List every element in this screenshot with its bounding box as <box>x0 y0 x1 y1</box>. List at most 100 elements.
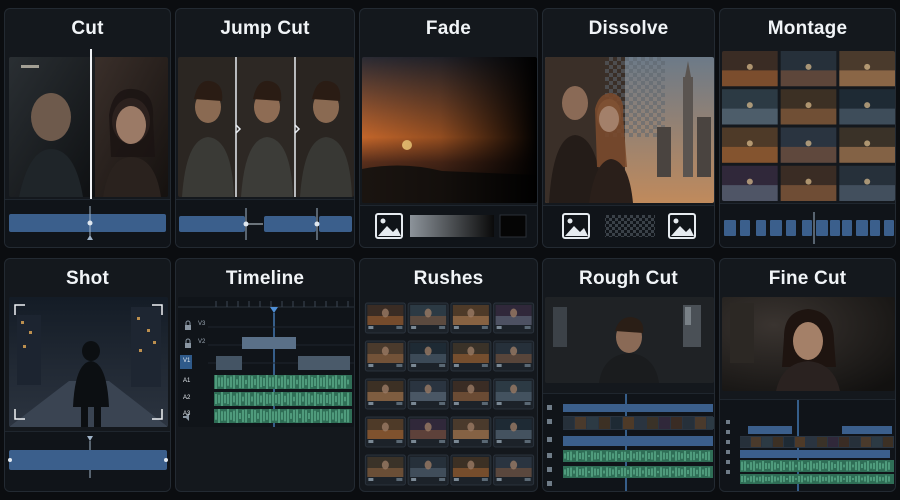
montage-thumbnail <box>839 89 895 125</box>
montage-clip <box>802 220 812 236</box>
rough-frame <box>671 417 682 429</box>
montage-clip <box>842 220 852 236</box>
rough-frame <box>599 417 610 429</box>
rushes-clip-thumbnail <box>493 378 535 410</box>
panel-title: Jump Cut <box>220 18 310 39</box>
panel-montage: Montage <box>719 8 896 248</box>
fine-video-clip <box>740 450 890 458</box>
track-header-icon <box>726 450 730 454</box>
montage-clip <box>856 220 868 236</box>
timeline-video-clip <box>242 337 296 349</box>
rushes-clip-thumbnail <box>364 340 406 372</box>
panel-fine-cut: Fine Cut <box>719 258 896 492</box>
montage-thumbnail <box>839 165 895 201</box>
track-header-icon <box>726 420 730 424</box>
rough-frame <box>563 417 574 429</box>
rough-video-clip-upper <box>563 404 713 412</box>
fine-frame <box>773 437 783 447</box>
fade-preview-image <box>362 57 537 203</box>
track-header-icon <box>547 481 552 486</box>
timeline-audio-clip <box>214 392 352 406</box>
montage-thumbnail <box>722 89 778 125</box>
jump-cut-timeline <box>176 199 354 247</box>
timeline-video-clip <box>216 356 242 370</box>
panel-shot: Shot <box>4 258 171 492</box>
rough-frame <box>647 417 658 429</box>
fade-timeline <box>360 205 537 247</box>
rushes-clip-thumbnail <box>450 454 492 486</box>
fine-frame <box>883 437 893 447</box>
rough-video-clip <box>563 436 713 446</box>
panel-title: Montage <box>767 18 848 39</box>
panel-rushes: Rushes <box>359 258 538 492</box>
rushes-bin-grid[interactable] <box>364 299 535 489</box>
fine-cut-timeline <box>720 399 895 491</box>
rushes-clip-thumbnail <box>407 454 449 486</box>
rushes-clip-thumbnail <box>364 378 406 410</box>
fine-frame <box>872 437 882 447</box>
track-header-icon <box>726 460 730 464</box>
image-icon <box>562 213 590 239</box>
montage-clip <box>870 220 880 236</box>
rough-cut-timeline <box>543 393 714 491</box>
montage-clip <box>786 220 796 236</box>
panel-timeline: Timeline V3 V2 V1 A1 A2 A3 <box>175 258 355 492</box>
fine-video-clip <box>842 426 892 434</box>
rushes-clip-thumbnail <box>450 302 492 334</box>
fine-cut-preview-image <box>722 297 895 391</box>
rushes-clip-thumbnail <box>364 416 406 448</box>
rough-frame <box>695 417 706 429</box>
montage-clip <box>884 220 894 236</box>
shot-timeline <box>5 431 170 491</box>
track-header-icon <box>547 437 552 442</box>
fine-frame <box>817 437 827 447</box>
track-label-a2: A2 <box>183 395 191 401</box>
image-icon <box>668 213 696 239</box>
montage-clip <box>816 220 828 236</box>
track-label-v1: V1 <box>183 358 191 364</box>
timeline-video-clip <box>298 356 350 370</box>
rough-frame <box>623 417 634 429</box>
track-label-a1: A1 <box>183 378 191 384</box>
track-header-icon <box>547 467 552 472</box>
fine-video-clip <box>748 426 792 434</box>
rushes-clip-thumbnail <box>493 454 535 486</box>
rushes-clip-thumbnail <box>493 340 535 372</box>
montage-thumbnail <box>722 127 778 163</box>
rough-frame <box>659 417 670 429</box>
montage-thumbnail <box>780 165 837 201</box>
rushes-clip-thumbnail <box>364 454 406 486</box>
track-header-icon <box>726 470 730 474</box>
track-header-icon <box>547 453 552 458</box>
fine-frame <box>839 437 849 447</box>
montage-thumbnail <box>722 51 778 87</box>
panel-title: Dissolve <box>588 18 669 39</box>
fine-frame <box>806 437 816 447</box>
dissolve-timeline <box>543 205 714 247</box>
montage-clip <box>830 220 840 236</box>
rushes-clip-thumbnail <box>407 378 449 410</box>
fine-frame <box>740 437 750 447</box>
rough-frame <box>683 417 694 429</box>
fine-frame <box>795 437 805 447</box>
panel-title: Fine Cut <box>768 268 847 289</box>
rushes-clip-thumbnail <box>493 416 535 448</box>
rushes-clip-thumbnail <box>450 340 492 372</box>
panel-title: Shot <box>65 268 109 289</box>
fine-frame <box>784 437 794 447</box>
track-label-v3: V3 <box>198 321 206 327</box>
montage-thumbnail <box>780 127 837 163</box>
rushes-clip-thumbnail <box>407 340 449 372</box>
montage-thumbnail <box>780 89 837 125</box>
rushes-clip-thumbnail <box>450 416 492 448</box>
panel-title: Rushes <box>413 268 484 289</box>
fine-frame <box>861 437 871 447</box>
cut-preview-image <box>9 57 168 197</box>
timeline-audio-clip <box>214 375 352 389</box>
fine-frame <box>828 437 838 447</box>
montage-thumbnail <box>839 127 895 163</box>
rushes-clip-thumbnail <box>364 302 406 334</box>
rough-frame <box>707 417 714 429</box>
rough-frame <box>635 417 646 429</box>
cut-point-line <box>90 49 92 204</box>
